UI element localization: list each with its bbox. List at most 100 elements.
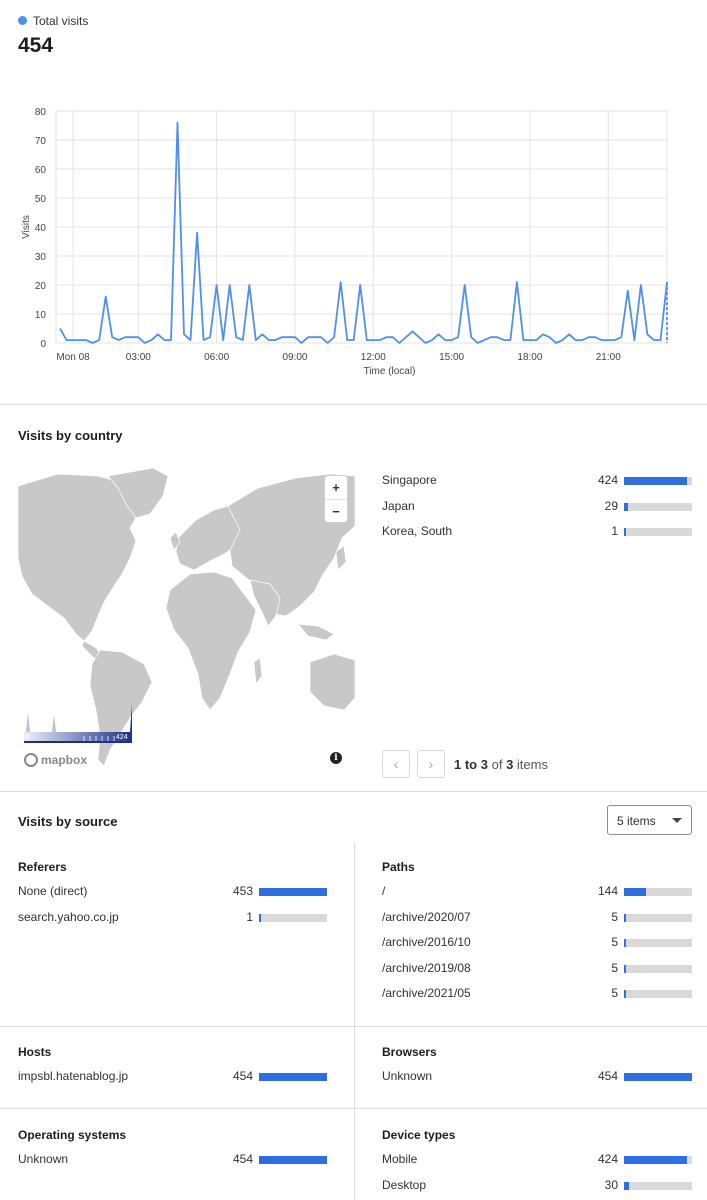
referer-row[interactable]: search.yahoo.co.jp 1 — [18, 910, 327, 926]
divider — [0, 791, 707, 792]
path-row[interactable]: /archive/2020/07 5 — [382, 910, 692, 926]
country-row[interactable]: Korea, South 1 — [382, 524, 692, 540]
country-row[interactable]: Japan 29 — [382, 499, 692, 515]
y-tick-label: 0 — [40, 339, 46, 350]
choropleth-scale-legend: 0 424 — [24, 704, 132, 750]
referer-bar-fill — [259, 888, 327, 896]
map-attribution-info-icon[interactable]: i — [330, 752, 342, 764]
items-per-page-select[interactable]: 5 items — [607, 805, 692, 835]
scale-max-label: 424 — [116, 734, 128, 741]
referer-row[interactable]: None (direct) 453 — [18, 884, 327, 900]
path-count: 5 — [611, 986, 618, 1000]
path-row[interactable]: /archive/2021/05 5 — [382, 986, 692, 1002]
series-legend-label[interactable]: Total visits — [33, 14, 88, 28]
x-tick-label: 15:00 — [439, 352, 464, 363]
country-bar-fill — [624, 528, 626, 536]
path-bar-fill — [624, 990, 626, 998]
column-divider — [354, 842, 355, 1200]
total-visits-panel: Total visits 454 0 10 20 30 40 50 60 70 80 Mon 08… — [0, 0, 707, 405]
y-tick-label: 70 — [35, 136, 47, 147]
paths-title: Paths — [382, 860, 415, 874]
country-bar-fill — [624, 502, 629, 511]
y-tick-label: 30 — [35, 252, 47, 263]
y-tick-label: 60 — [35, 165, 47, 176]
path-row[interactable]: /archive/2016/10 5 — [382, 935, 692, 951]
device-label: Mobile — [382, 1152, 418, 1166]
browser-bar-fill — [624, 1073, 692, 1081]
divider — [0, 1026, 707, 1027]
referer-count: 453 — [232, 884, 253, 898]
device-count: 30 — [604, 1177, 618, 1192]
mapbox-logo[interactable]: mapbox — [24, 753, 87, 767]
zoom-in-button[interactable]: + — [325, 476, 347, 499]
referer-label: None (direct) — [18, 884, 88, 898]
x-tick-label: 12:00 — [361, 352, 386, 363]
path-count: 5 — [611, 935, 618, 949]
path-bar — [624, 939, 692, 947]
country-pager: ‹ › 1 to 3 of 3 items — [382, 750, 548, 778]
path-label: /archive/2020/07 — [382, 909, 471, 924]
y-axis-label: Visits — [21, 215, 32, 239]
map-zoom-control: + − — [325, 476, 347, 522]
browser-label: Unknown — [382, 1069, 433, 1083]
world-map[interactable]: 0 424 + − mapbox i — [18, 466, 355, 778]
path-count: 5 — [611, 960, 618, 975]
country-count: 424 — [597, 473, 618, 487]
chevron-down-icon — [672, 818, 682, 823]
device-bar — [624, 1181, 692, 1190]
host-label: impsbl.hatenablog.jp — [18, 1069, 129, 1083]
country-label: Singapore — [382, 473, 437, 487]
referer-bar-fill — [259, 913, 261, 922]
visits-line-chart[interactable]: 0 10 20 30 40 50 60 70 80 Mon 08 03:00 06:00 09:00 12… — [0, 95, 707, 385]
path-label: / — [382, 884, 386, 898]
path-row[interactable]: /archive/2019/08 5 — [382, 961, 692, 977]
total-visits-value: 454 — [18, 34, 54, 57]
pager-prev-button[interactable]: ‹ — [382, 750, 410, 778]
device-row[interactable]: Desktop 30 — [382, 1178, 692, 1194]
country-bar-fill — [624, 477, 688, 485]
choropleth-scale: 0 424 — [24, 704, 132, 743]
path-count: 144 — [597, 884, 618, 898]
path-bar — [624, 964, 692, 973]
map-australia — [309, 653, 355, 711]
host-bar — [259, 1073, 327, 1081]
device-row[interactable]: Mobile 424 — [382, 1152, 692, 1168]
x-tick-label: 06:00 — [204, 352, 229, 363]
countries-section-title: Visits by country — [18, 428, 123, 443]
x-tick-label: 21:00 — [596, 352, 621, 363]
pager-next-button[interactable]: › — [417, 750, 445, 778]
x-tick-label: 09:00 — [282, 352, 307, 363]
host-row[interactable]: impsbl.hatenablog.jp 454 — [18, 1069, 327, 1085]
device-bar-fill — [624, 1156, 688, 1164]
map-africa — [165, 571, 257, 711]
country-count: 29 — [604, 498, 618, 513]
device-count: 424 — [597, 1152, 618, 1166]
x-tick-label: 03:00 — [126, 352, 151, 363]
country-row[interactable]: Singapore 424 — [382, 473, 692, 489]
path-bar-fill — [624, 913, 626, 922]
items-per-page-value: 5 items — [617, 814, 656, 828]
country-bar — [624, 528, 692, 536]
country-bar — [624, 477, 692, 485]
zoom-out-button[interactable]: − — [325, 499, 347, 522]
referers-title: Referers — [18, 860, 67, 874]
path-row[interactable]: / 144 — [382, 884, 692, 900]
referer-bar — [259, 913, 327, 922]
path-bar-fill — [624, 964, 626, 973]
referer-count: 1 — [246, 909, 253, 924]
sources-section-title: Visits by source — [18, 814, 118, 829]
path-label: /archive/2016/10 — [382, 935, 471, 949]
y-tick-label: 80 — [35, 107, 47, 118]
os-bar-fill — [259, 1156, 327, 1164]
y-tick-label: 20 — [35, 281, 47, 292]
mapbox-logo-text: mapbox — [41, 753, 88, 767]
device-label: Desktop — [382, 1177, 427, 1192]
os-row[interactable]: Unknown 454 — [18, 1152, 327, 1168]
device-types-title: Device types — [382, 1128, 456, 1142]
scale-min-label: 0 — [26, 734, 30, 741]
pager-suffix: items — [516, 756, 548, 772]
host-count: 454 — [232, 1069, 253, 1083]
path-bar — [624, 990, 692, 998]
x-tick-label: 18:00 — [517, 352, 542, 363]
browser-row[interactable]: Unknown 454 — [382, 1069, 692, 1085]
